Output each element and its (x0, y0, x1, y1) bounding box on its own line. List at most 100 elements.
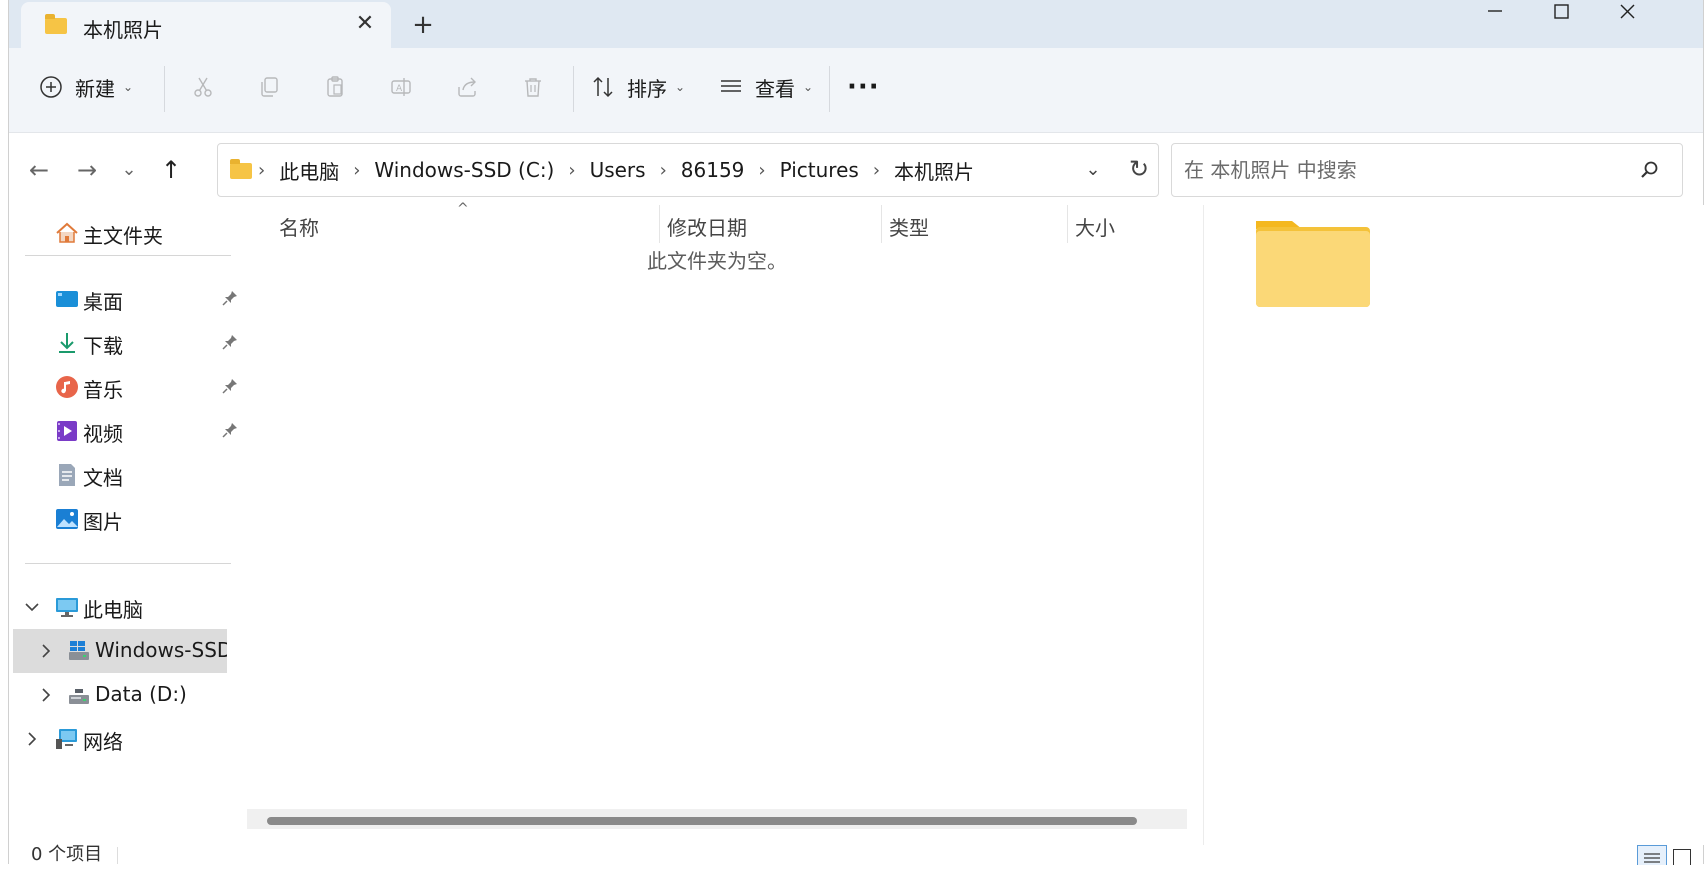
status-divider (117, 847, 118, 864)
chevron-right-icon[interactable] (23, 730, 41, 748)
folder-icon (230, 159, 252, 179)
pin-icon[interactable] (221, 333, 239, 351)
chevron-down-icon[interactable] (23, 598, 41, 616)
breadcrumb-separator[interactable]: › (660, 160, 667, 181)
scrollbar-thumb[interactable] (267, 817, 1137, 825)
sidebar-item-label: 视频 (83, 422, 123, 446)
details-view-button[interactable] (1637, 845, 1667, 865)
sidebar-item-this-pc[interactable]: 此电脑 (9, 585, 245, 629)
sidebar-item-documents[interactable]: 文档 (9, 453, 245, 497)
sidebar-item-label: Data (D:) (95, 682, 187, 706)
rename-button[interactable]: A (387, 66, 415, 108)
sort-button[interactable]: 排序 ⌄ (589, 66, 685, 108)
cut-button[interactable] (189, 66, 217, 108)
tab-title: 本机照片 (83, 18, 163, 42)
search-icon[interactable] (1638, 158, 1662, 182)
address-row: ← → ⌄ ↑ › 此电脑 › Windows-SSD (C:) › Users… (9, 133, 1703, 205)
breadcrumb-drive-c[interactable]: Windows-SSD (C:) (374, 158, 554, 182)
sidebar-item-videos[interactable]: 视频 (9, 409, 245, 453)
refresh-button[interactable]: ↻ (1124, 154, 1154, 184)
chevron-down-icon: ⌄ (675, 80, 686, 94)
share-button[interactable] (453, 66, 481, 108)
search-input[interactable] (1182, 154, 1626, 186)
document-icon (59, 464, 75, 486)
pin-icon[interactable] (221, 421, 239, 439)
new-button[interactable]: 新建 ⌄ (37, 66, 133, 108)
breadcrumb-current[interactable]: 本机照片 (894, 156, 974, 185)
large-icons-view-button[interactable] (1673, 849, 1691, 865)
minimize-button[interactable] (1465, 0, 1525, 32)
new-tab-button[interactable]: + (409, 12, 437, 40)
minimize-icon (1488, 10, 1502, 12)
sort-ascending-icon: ^ (457, 201, 469, 217)
pin-icon[interactable] (221, 289, 239, 307)
copy-button[interactable] (255, 66, 283, 108)
address-history-dropdown[interactable]: ⌄ (1078, 156, 1108, 184)
tab-close-button[interactable]: ✕ (351, 10, 379, 38)
copy-icon (255, 73, 283, 101)
sidebar-item-label: 下载 (83, 334, 123, 358)
maximize-icon (1554, 4, 1569, 19)
scissors-icon (189, 73, 217, 101)
back-button[interactable]: ← (23, 155, 55, 187)
svg-text:A: A (396, 84, 403, 94)
preview-pane (1203, 205, 1704, 845)
pin-icon[interactable] (221, 377, 239, 395)
chevron-right-icon[interactable] (37, 686, 55, 704)
recent-locations-button[interactable]: ⌄ (113, 155, 145, 187)
breadcrumb-separator[interactable]: › (568, 160, 575, 181)
sidebar-item-drive-c[interactable]: Windows-SSD (C:) (13, 629, 227, 673)
toolbar-divider (573, 66, 574, 112)
desktop-icon (56, 291, 78, 307)
item-count: 0 个项目 (31, 844, 103, 865)
sidebar-item-pictures[interactable]: 图片 (9, 497, 245, 541)
address-bar[interactable]: › 此电脑 › Windows-SSD (C:) › Users › 86159… (217, 143, 1159, 197)
empty-folder-message: 此文件夹为空。 (647, 249, 787, 273)
breadcrumb-user-folder[interactable]: 86159 (681, 158, 745, 182)
up-button[interactable]: ↑ (155, 155, 187, 187)
sidebar-item-music[interactable]: 音乐 (9, 365, 245, 409)
maximize-button[interactable] (1531, 0, 1591, 32)
share-icon (453, 73, 481, 101)
breadcrumb-pictures[interactable]: Pictures (780, 158, 859, 182)
breadcrumb-users[interactable]: Users (590, 158, 646, 182)
sidebar-item-downloads[interactable]: 下载 (9, 321, 245, 365)
column-separator[interactable] (659, 205, 660, 243)
more-options-button[interactable]: ··· (847, 66, 880, 108)
sidebar-item-label: 桌面 (83, 290, 123, 314)
music-icon (56, 376, 78, 398)
sidebar-item-desktop[interactable]: 桌面 (9, 277, 245, 321)
video-icon (57, 421, 77, 441)
sidebar-item-label: 音乐 (83, 378, 123, 402)
column-separator[interactable] (1067, 205, 1068, 243)
breadcrumb-separator[interactable]: › (353, 160, 360, 181)
sidebar-item-label: 文档 (83, 466, 123, 490)
column-separator[interactable] (881, 205, 882, 243)
view-button[interactable]: 查看 ⌄ (717, 66, 813, 108)
forward-button[interactable]: → (71, 155, 103, 187)
computer-icon (56, 598, 78, 617)
search-box[interactable] (1171, 143, 1683, 197)
sidebar-divider (25, 563, 231, 564)
close-button[interactable] (1597, 0, 1657, 32)
chevron-down-icon: ⌄ (803, 80, 814, 94)
delete-button[interactable] (519, 66, 547, 108)
view-label: 查看 (755, 76, 795, 101)
toolbar-divider (164, 66, 165, 112)
trash-icon (519, 73, 547, 101)
paste-button[interactable] (321, 66, 349, 108)
details-view-icon (1644, 853, 1660, 863)
breadcrumb-separator[interactable]: › (758, 160, 765, 181)
sidebar-item-drive-d[interactable]: Data (D:) (9, 673, 245, 717)
add-circle-icon (37, 73, 65, 101)
sidebar-item-home[interactable]: 主文件夹 (9, 211, 245, 255)
horizontal-scrollbar[interactable] (247, 809, 1187, 829)
chevron-right-icon[interactable] (37, 642, 55, 660)
drive-icon (69, 641, 89, 660)
sidebar-item-network[interactable]: 网络 (9, 717, 245, 761)
breadcrumb-this-pc[interactable]: 此电脑 (279, 156, 339, 185)
title-bar: 本机照片 ✕ + (9, 0, 1703, 48)
breadcrumb-separator[interactable]: › (873, 160, 880, 181)
tab-current[interactable]: 本机照片 ✕ (21, 2, 391, 48)
file-list: 名称 ^ 修改日期 类型 大小 此文件夹为空。 (247, 201, 1203, 845)
